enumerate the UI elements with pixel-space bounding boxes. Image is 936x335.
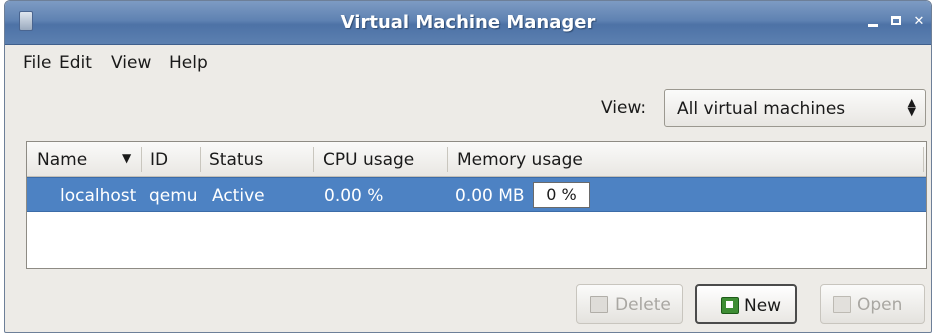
- menu-help[interactable]: Help: [169, 53, 208, 73]
- view-filter-select[interactable]: All virtual machines ▲ ▼: [664, 89, 926, 127]
- new-button-label: New: [744, 296, 782, 316]
- menu-file[interactable]: File: [23, 53, 51, 73]
- vm-cpu-usage: 0.00 %: [324, 186, 384, 206]
- column-divider: [447, 147, 448, 172]
- maximize-icon[interactable]: [886, 12, 906, 32]
- vm-name: localhost: [60, 186, 137, 206]
- open-button-label: Open: [857, 295, 903, 315]
- column-header-memory[interactable]: Memory usage: [457, 150, 583, 170]
- view-filter-label: View:: [601, 98, 647, 118]
- column-header-id[interactable]: ID: [150, 150, 168, 170]
- open-button[interactable]: Open: [820, 284, 925, 324]
- minimize-icon[interactable]: [863, 12, 883, 32]
- new-button[interactable]: New: [695, 284, 797, 324]
- open-folder-icon: [833, 296, 851, 313]
- delete-button-label: Delete: [615, 295, 671, 315]
- vm-table: Name ▼ ID Status CPU usage Memory usage …: [26, 141, 927, 269]
- new-vm-icon: [721, 297, 739, 314]
- trash-icon: [590, 296, 608, 313]
- select-arrows-icon: ▲ ▼: [907, 96, 916, 118]
- column-divider: [313, 147, 314, 172]
- main-window: Virtual Machine Manager ✕ File Edit View…: [4, 0, 932, 333]
- column-divider: [141, 147, 142, 172]
- window-title: Virtual Machine Manager: [340, 12, 596, 33]
- column-header-cpu[interactable]: CPU usage: [323, 150, 414, 170]
- title-bar[interactable]: Virtual Machine Manager ✕: [5, 1, 931, 45]
- menu-bar: File Edit View Help: [5, 46, 931, 78]
- column-divider: [923, 147, 924, 172]
- table-row[interactable]: localhost qemu Active 0.00 % 0.00 MB 0 %: [27, 177, 926, 212]
- view-filter-value: All virtual machines: [677, 99, 846, 119]
- vm-status: Active: [212, 186, 265, 206]
- menu-view[interactable]: View: [111, 53, 151, 73]
- sort-descending-icon[interactable]: ▼: [122, 151, 131, 165]
- column-divider: [200, 147, 201, 172]
- table-header: Name ▼ ID Status CPU usage Memory usage: [27, 142, 926, 177]
- vm-id: qemu: [149, 186, 198, 206]
- menu-edit[interactable]: Edit: [59, 53, 92, 73]
- delete-button[interactable]: Delete: [576, 284, 683, 324]
- column-header-name[interactable]: Name: [37, 150, 87, 170]
- vm-memory-usage: 0.00 MB: [455, 186, 525, 206]
- column-header-status[interactable]: Status: [209, 150, 263, 170]
- memory-usage-bar: 0 %: [533, 182, 590, 208]
- close-icon[interactable]: ✕: [909, 12, 929, 32]
